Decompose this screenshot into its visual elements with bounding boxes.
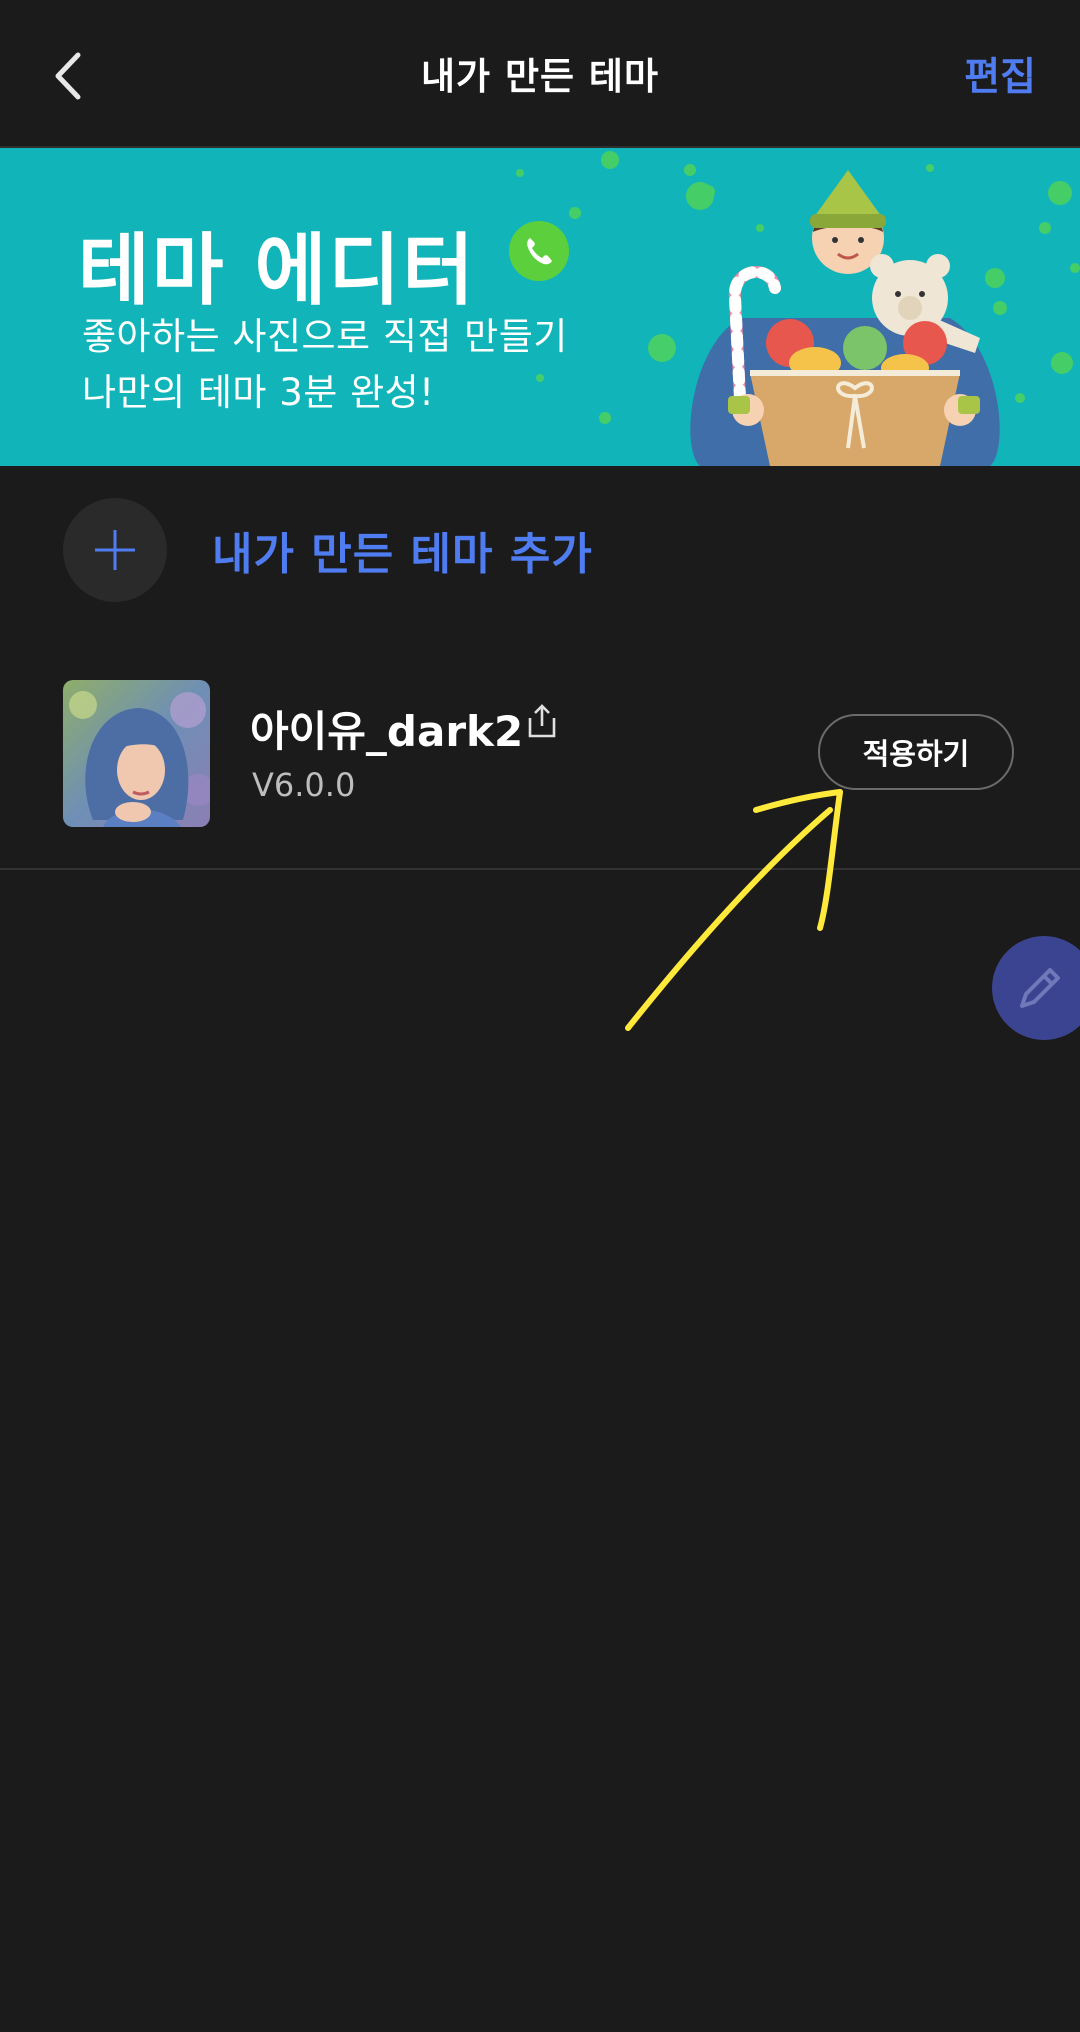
list-item[interactable]: 아이유_dark2 V6.0.0 적용하기 <box>0 660 1080 870</box>
theme-editor-banner[interactable]: 테마 에디터 좋아하는 사진으로 직접 만들기 나만의 테마 3분 완성! <box>0 148 1080 466</box>
top-app-bar: 내가 만든 테마 편집 <box>0 0 1080 148</box>
apply-button[interactable]: 적용하기 <box>818 714 1014 790</box>
add-theme-row[interactable]: 내가 만든 테마 추가 <box>0 466 1080 636</box>
add-theme-button[interactable] <box>63 498 167 602</box>
banner-subtitle-line-2: 나만의 테마 3분 완성! <box>82 371 435 414</box>
pencil-icon <box>1020 968 1060 1008</box>
add-theme-label: 내가 만든 테마 추가 <box>212 529 593 580</box>
edit-theme-fab[interactable] <box>992 936 1080 1040</box>
theme-thumbnail <box>63 680 210 827</box>
banner-subtitle-line-1: 좋아하는 사진으로 직접 만들기 <box>82 315 568 358</box>
edit-button[interactable]: 편집 <box>964 46 1036 102</box>
plus-icon <box>95 530 135 570</box>
app-screen: 내가 만든 테마 편집 테마 에디터 좋아하는 사진으로 직접 만들기 나만의 … <box>0 0 1080 2032</box>
theme-version: V6.0.0 <box>252 766 356 804</box>
page-title: 내가 만든 테마 <box>420 55 659 98</box>
phone-icon <box>509 221 569 281</box>
share-icon[interactable] <box>522 702 562 742</box>
banner-title: 테마 에디터 <box>78 226 476 316</box>
theme-name: 아이유_dark2 <box>250 707 524 756</box>
gift-character-illustration <box>690 170 1000 466</box>
